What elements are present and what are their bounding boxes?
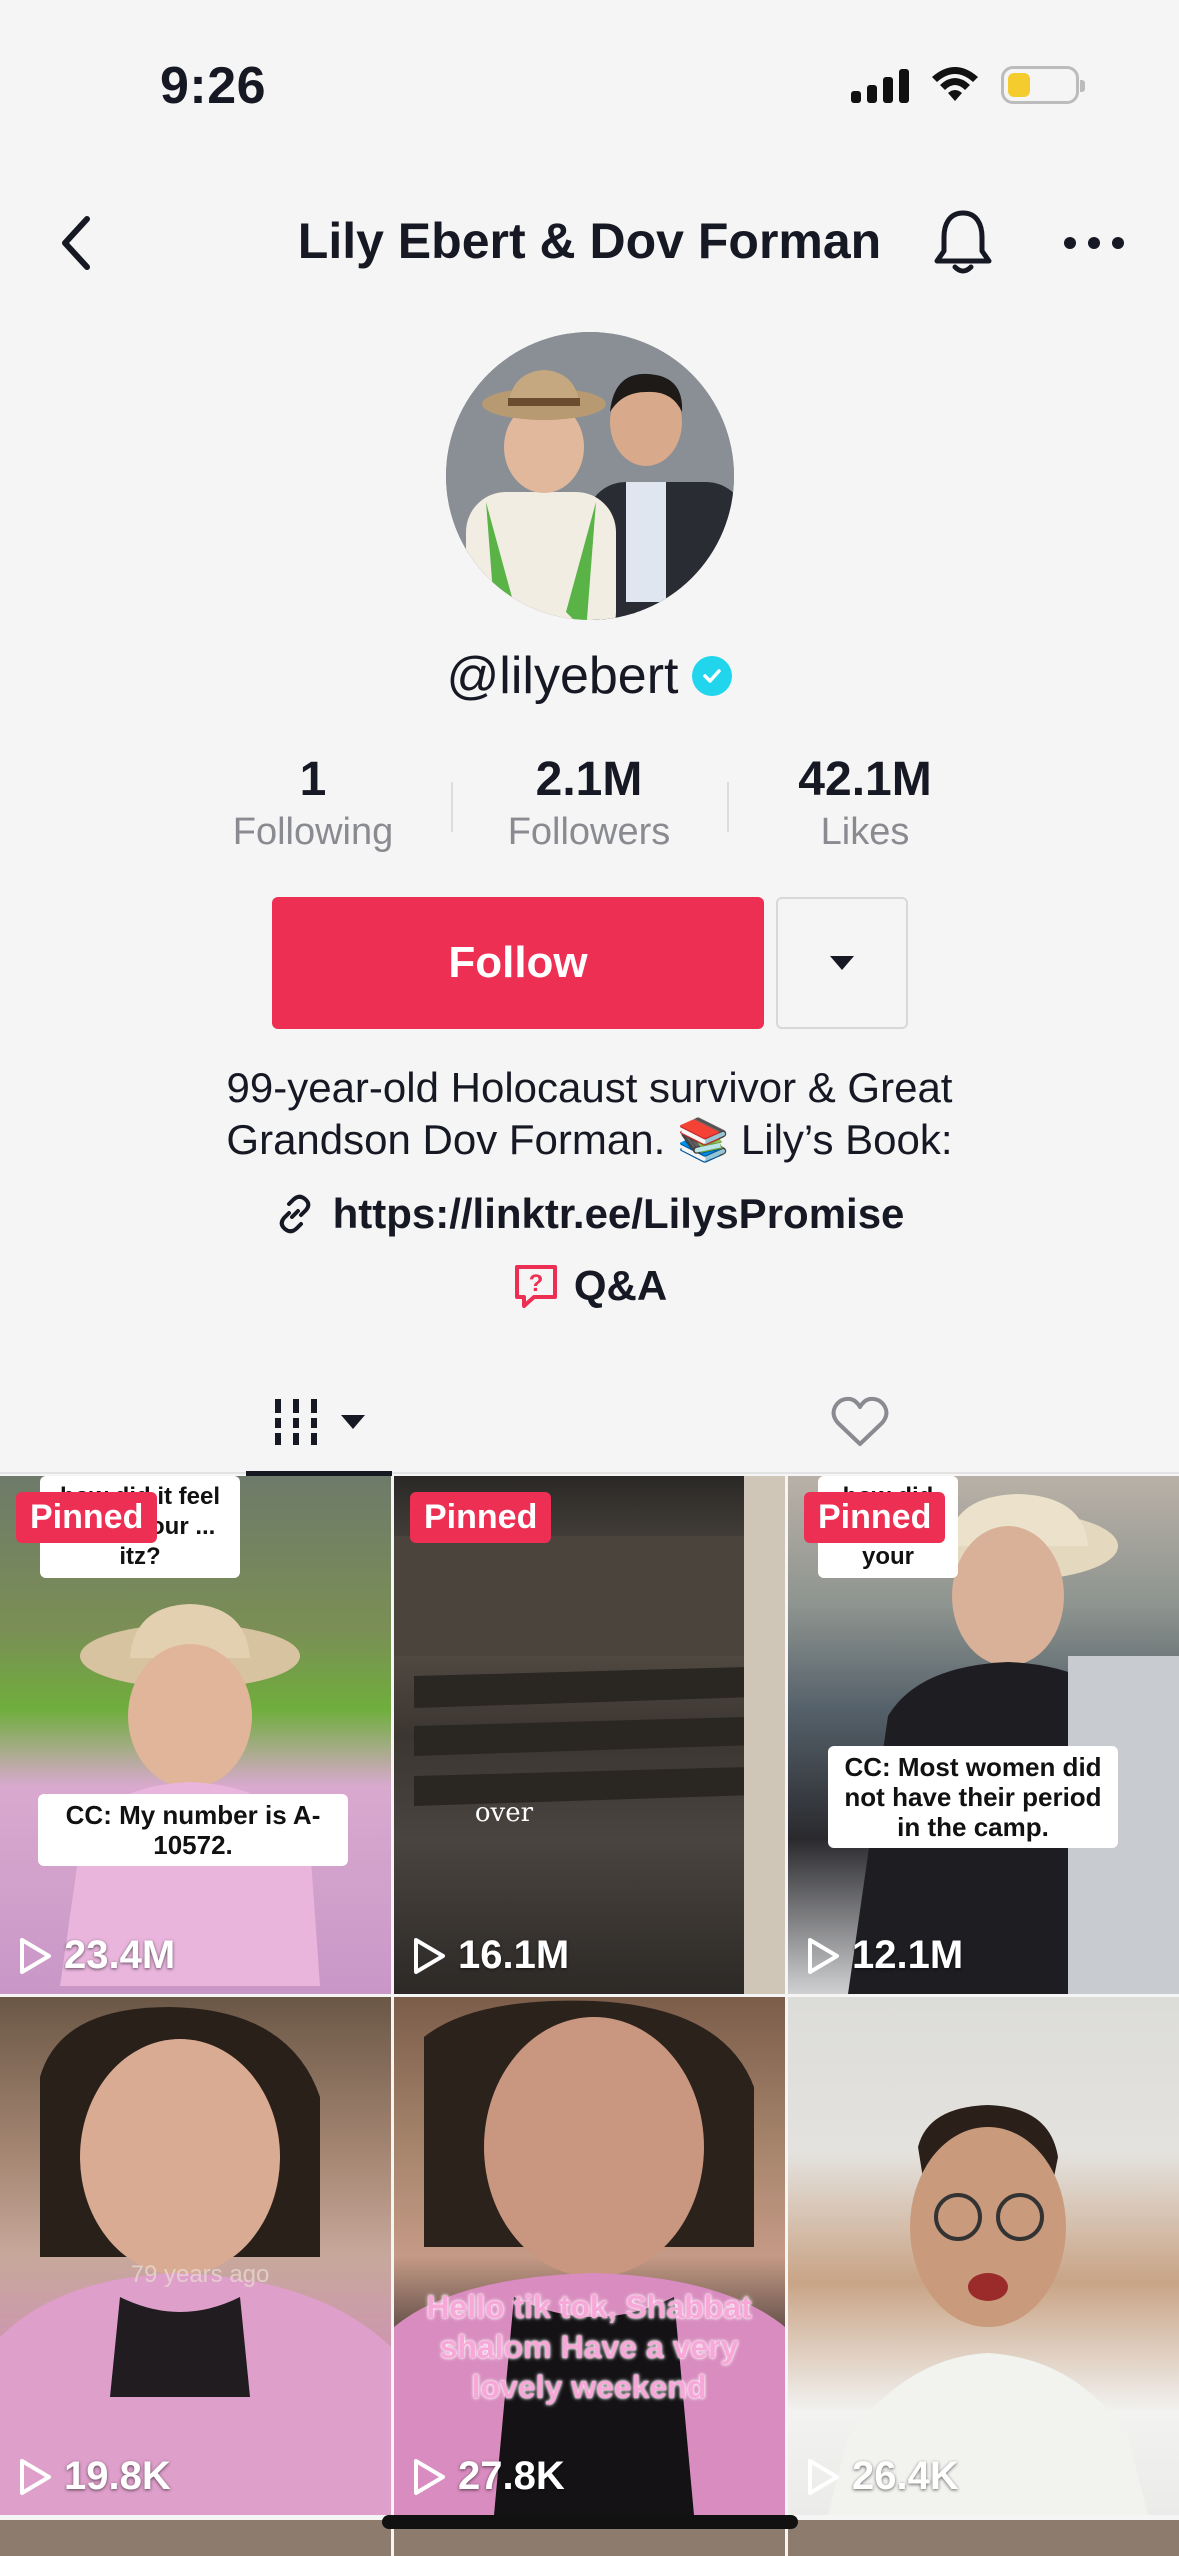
view-count-value: 27.8K (458, 2454, 565, 2498)
stat-followers-label: Followers (507, 810, 671, 853)
play-icon (20, 1937, 51, 1974)
qa-label[interactable]: Q&A (574, 1262, 667, 1310)
thumbnail-figure (0, 2007, 391, 2515)
thumbnail-figure (60, 1604, 320, 1986)
stat-likes-value: 42.1M (798, 753, 932, 806)
bio-line: 99-year-old Holocaust survivor & Great (226, 1064, 953, 1111)
signal-icon (851, 67, 909, 103)
tab-liked[interactable] (820, 1370, 900, 1474)
username-handle: @lilyebert (446, 647, 679, 705)
thumbnail-figure (394, 2000, 785, 2515)
video-caption: 79 years ago (130, 2261, 270, 2288)
video-thumbnail[interactable]: 26.4K (788, 1997, 1179, 2515)
stat-divider (727, 782, 729, 832)
view-count: 12.1M (806, 1933, 963, 1978)
video-thumbnail[interactable]: 79 years ago 19.8K (0, 1997, 391, 2515)
video-thumbnail[interactable] (788, 2520, 1179, 2556)
caret-down-icon (341, 1415, 365, 1429)
handle-row: @lilyebert (0, 646, 1179, 706)
stat-following[interactable]: 1 Following (203, 753, 423, 854)
link-icon (279, 1194, 310, 1234)
stat-likes-label: Likes (820, 810, 910, 853)
view-count: 19.8K (18, 2454, 171, 2499)
play-icon (808, 2458, 839, 2495)
view-count-value: 19.8K (64, 2454, 171, 2498)
follow-button[interactable]: Follow (272, 897, 764, 1029)
view-count: 16.1M (412, 1933, 569, 1978)
caret-down-icon (830, 956, 854, 970)
stat-followers[interactable]: 2.1M Followers (479, 753, 699, 854)
video-thumbnail[interactable]: how did you do on your Pinned CC: Most w… (788, 1476, 1179, 1994)
view-count: 23.4M (18, 1933, 175, 1978)
view-count-value: 16.1M (458, 1933, 570, 1977)
bio-link-text[interactable]: https://linktr.ee/LilysPromise (333, 1190, 905, 1238)
qa-link[interactable]: ? Q&A (0, 1262, 1179, 1310)
wifi-icon (932, 67, 978, 101)
question-bubble-icon: ? (514, 1265, 557, 1308)
video-caption: over (474, 1798, 534, 1828)
video-grid: how did it feel to get your ... itz? Pin… (0, 1476, 1179, 2515)
avatar[interactable] (446, 332, 734, 620)
tab-videos[interactable] (246, 1370, 392, 1476)
view-count-value: 12.1M (852, 1933, 964, 1977)
view-count-value: 23.4M (64, 1933, 176, 1977)
stat-divider (451, 782, 453, 832)
home-indicator[interactable] (382, 2515, 798, 2529)
pinned-badge: Pinned (804, 1492, 946, 1543)
stat-following-value: 1 (299, 753, 327, 806)
heart-icon (831, 1396, 889, 1446)
view-count: 27.8K (412, 2454, 565, 2499)
videos-grid-icon (273, 1399, 319, 1445)
status-time: 9:26 (160, 57, 267, 115)
video-caption: CC: Most women did not have their period… (828, 1746, 1118, 1848)
play-icon (414, 1937, 445, 1974)
nav-bar: Lily Ebert & Dov Forman (0, 190, 1179, 300)
status-icons (851, 66, 1085, 104)
play-icon (20, 2458, 51, 2495)
video-thumbnail[interactable] (0, 2520, 391, 2556)
more-icon (1064, 237, 1124, 249)
page-title: Lily Ebert & Dov Forman (297, 213, 882, 269)
bell-icon (934, 210, 992, 274)
bio: 99-year-old Holocaust survivor & Great G… (160, 1062, 1019, 1166)
bio-link[interactable]: https://linktr.ee/LilysPromise (0, 1190, 1179, 1238)
video-thumbnail[interactable]: Pinned over 16.1M (394, 1476, 785, 1994)
stat-likes[interactable]: 42.1M Likes (755, 753, 975, 854)
bio-line: Grandson Dov Forman. 📚 Lily’s Book: (226, 1116, 953, 1163)
thumbnail-figure (828, 2105, 1148, 2515)
verified-badge-icon (692, 656, 733, 696)
stat-followers-value: 2.1M (535, 753, 643, 806)
status-bar: 9:26 (0, 0, 1179, 170)
avatar-image (446, 332, 734, 620)
view-count: 26.4K (806, 2454, 959, 2499)
video-caption: Hello tik tok, Shabbat shalom Have a ver… (426, 2289, 752, 2405)
svg-text:?: ? (528, 1270, 543, 1297)
pinned-badge: Pinned (410, 1492, 552, 1543)
notification-bell-button[interactable] (925, 204, 1001, 280)
play-icon (808, 1937, 839, 1974)
video-caption: CC: My number is A-10572. (38, 1794, 348, 1866)
video-thumbnail[interactable]: how did it feel to get your ... itz? Pin… (0, 1476, 391, 1994)
content-tabs (0, 1370, 1179, 1476)
pinned-badge: Pinned (16, 1492, 158, 1543)
more-options-button[interactable] (1056, 208, 1132, 278)
stat-following-label: Following (232, 810, 394, 853)
suggested-accounts-button[interactable] (776, 897, 908, 1029)
video-thumbnail[interactable]: Hello tik tok, Shabbat shalom Have a ver… (394, 1997, 785, 2515)
view-count-value: 26.4K (852, 2454, 959, 2498)
thumbnail-scene (394, 1476, 785, 1994)
play-icon (414, 2458, 445, 2495)
battery-icon (1001, 66, 1085, 104)
